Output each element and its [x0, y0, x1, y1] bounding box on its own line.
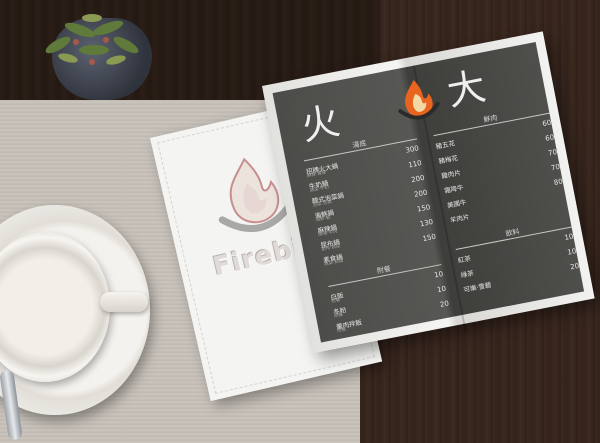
flame-bowl-icon	[398, 79, 440, 120]
menu-right-column: 鮮肉 豬五花 60 豬梅花 60 雞肉片 70 霜降牛 70 美國牛 80 羊肉…	[432, 103, 580, 294]
title-char-fire: 火	[297, 98, 344, 149]
menu-dark-panel: 火 大 湯底 招牌火大鍋 麻辣·香辣 300 牛奶鍋 蔬菜·牛奶 110 韓式泡…	[272, 41, 585, 343]
title-char-big: 大	[443, 63, 490, 115]
cup-handle	[100, 292, 148, 312]
succulent-plant-icon	[45, 14, 139, 65]
photo-scene: Firebig 火 大 湯底 招牌火大鍋 麻辣·香辣 300 牛奶鍋 蔬菜·牛奶…	[0, 0, 600, 443]
open-menu: 火 大 湯底 招牌火大鍋 麻辣·香辣 300 牛奶鍋 蔬菜·牛奶 110 韓式泡…	[262, 31, 595, 354]
